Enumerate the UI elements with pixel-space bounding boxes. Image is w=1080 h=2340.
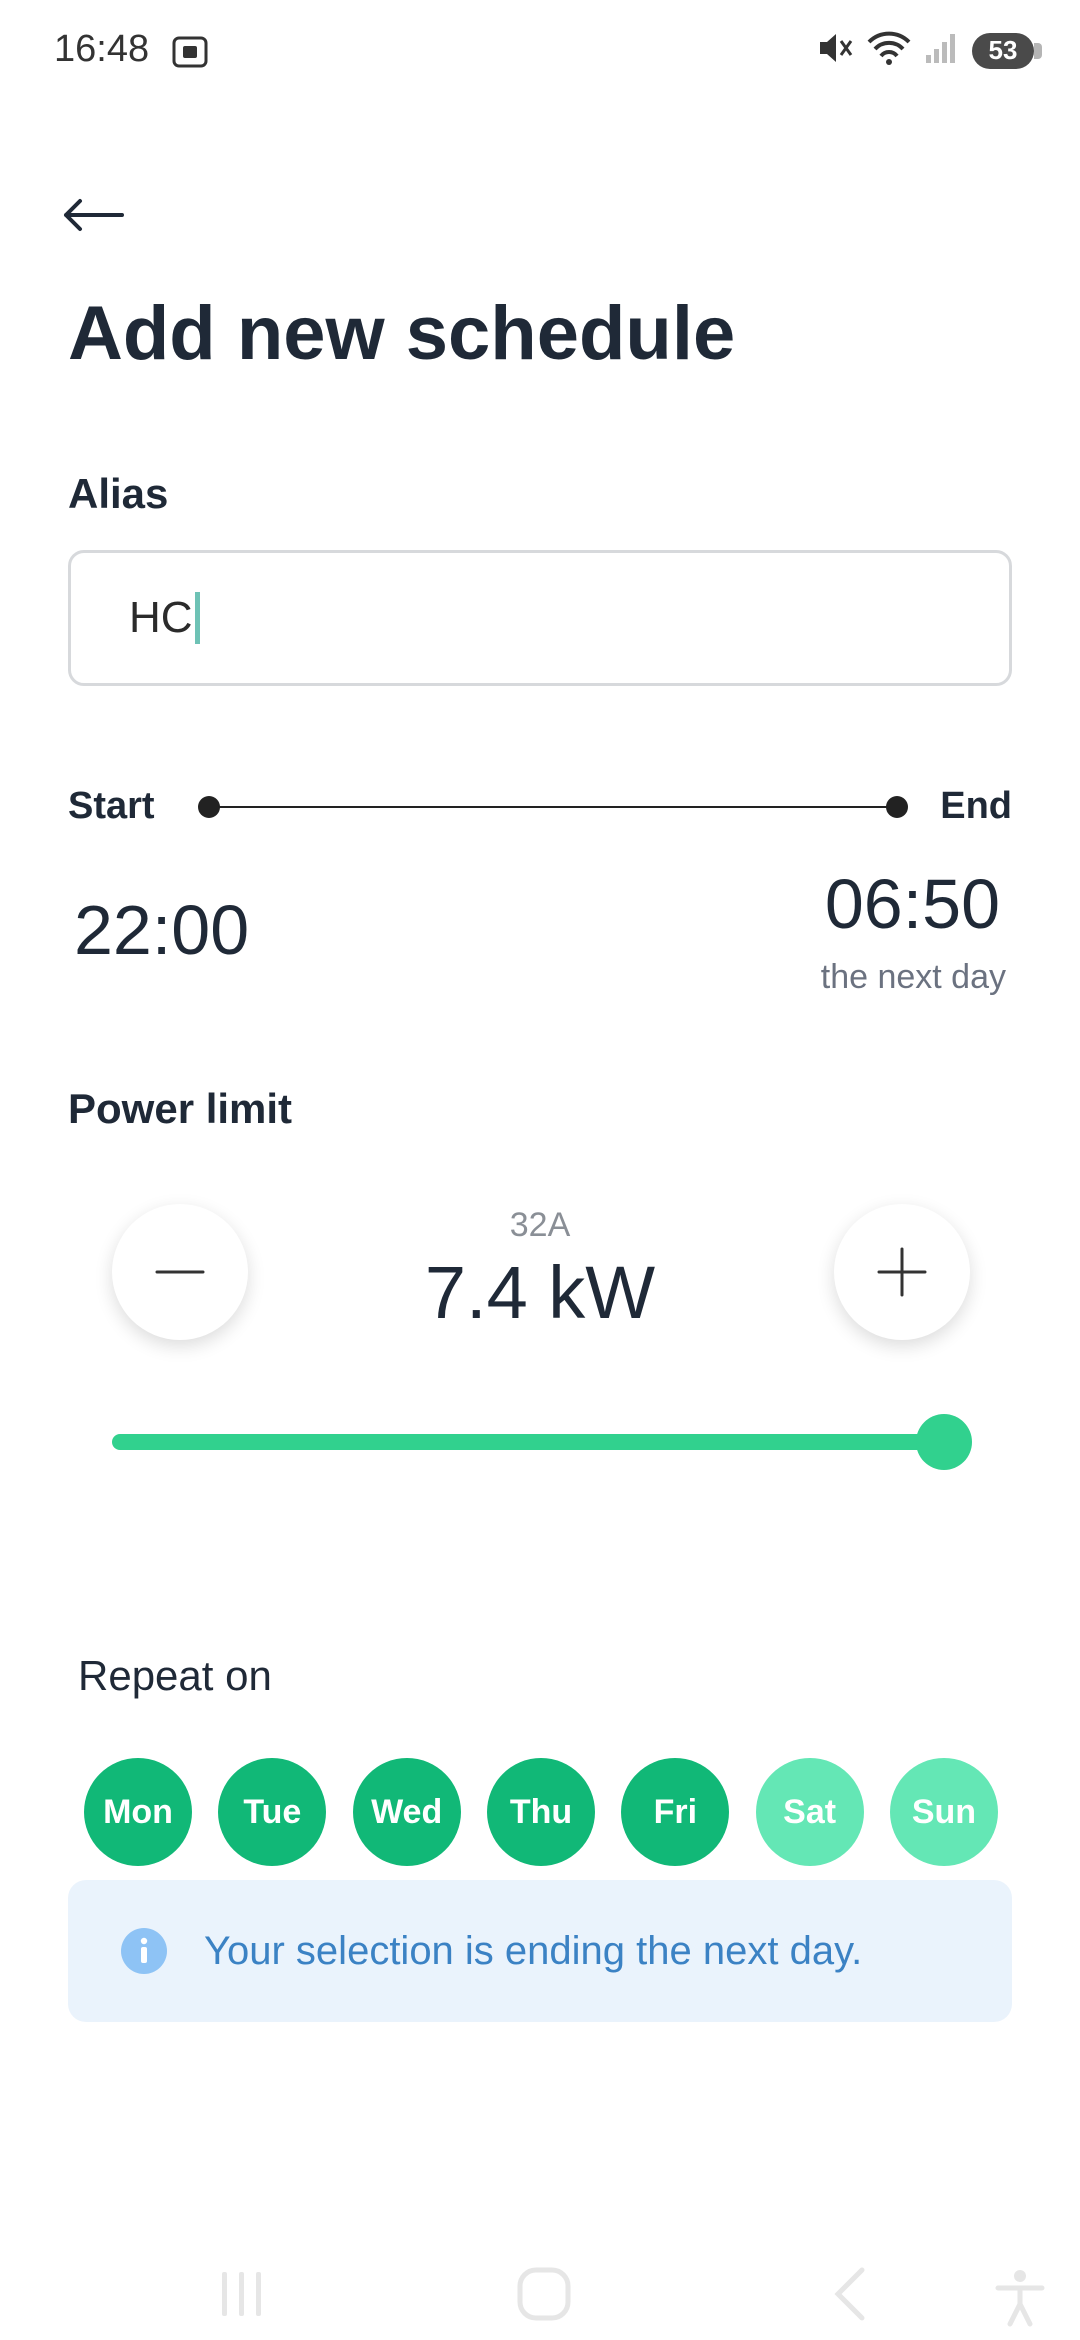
power-slider-track[interactable] [112,1434,944,1450]
back-arrow-icon [64,199,124,231]
plus-icon [877,1247,927,1297]
end-label: End [940,785,1012,827]
mute-icon [816,30,854,71]
day-tue-toggle[interactable]: Tue [218,1758,327,1866]
alias-input[interactable]: HC [68,550,1012,686]
day-mon-toggle[interactable]: Mon [84,1758,192,1866]
page-title: Add new schedule [68,291,736,376]
start-label: Start [68,785,155,827]
back-nav-icon[interactable] [834,2267,865,2321]
signal-icon [924,31,960,70]
info-text: Your selection is ending the next day. [204,1928,863,1973]
battery-indicator: 53 [972,32,1042,69]
day-sat-toggle[interactable]: Sat [755,1758,864,1866]
end-time[interactable]: 06:50 [825,864,1000,944]
alias-label: Alias [68,470,169,517]
day-thu-toggle[interactable]: Thu [486,1758,595,1866]
info-banner: Your selection is ending the next day. [68,1880,1012,2022]
timeline-end-dot [886,796,908,818]
day-fri-toggle[interactable]: Fri [621,1758,730,1866]
wifi-icon [866,30,912,71]
info-icon [121,1928,167,1974]
text-caret [194,592,200,644]
end-time-note: the next day [820,958,1006,996]
status-time: 16:48 [54,28,150,70]
day-sun-toggle[interactable]: Sun [889,1758,998,1866]
back-button[interactable] [60,180,150,250]
power-slider-thumb[interactable] [916,1414,972,1470]
increase-power-button[interactable] [834,1204,970,1340]
recent-apps-icon[interactable] [222,2272,261,2316]
start-time[interactable]: 22:00 [74,890,249,970]
home-icon[interactable] [517,2267,571,2321]
day-wed-toggle[interactable]: Wed [352,1758,461,1866]
repeat-on-label: Repeat on [78,1652,272,1699]
system-nav-bar [222,2267,1045,2327]
accessibility-icon[interactable] [995,2270,1045,2327]
status-icons: 53 [816,30,1042,71]
screenshot-icon [170,32,210,72]
day-selector: Mon Tue Wed Thu Fri Sat Sun [84,1758,998,1866]
timeline-line [208,806,896,808]
alias-input-value: HC [129,593,193,642]
power-limit-label: Power limit [68,1085,293,1132]
